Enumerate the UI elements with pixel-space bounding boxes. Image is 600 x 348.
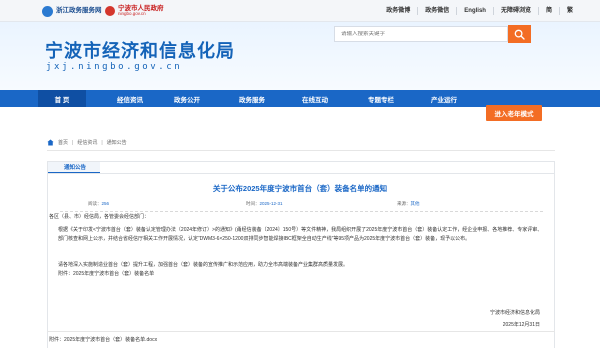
nav-topics[interactable]: 专题专栏 [357,90,405,107]
date-value: 2025-12-31 [259,201,283,206]
zjzwfw-logo-icon [42,5,53,17]
date-label: 时间： [246,201,260,206]
attachment-link[interactable]: 附件：2025年度宁波市首台（套）装备名单.docx [49,336,157,343]
link-weixin[interactable]: 政务微信 [417,7,456,15]
link-traditional[interactable]: 繁 [558,7,580,15]
article-date: 时间：2025-12-31 [246,201,283,208]
ningbo-gov-url: ningbo.gov.cn [118,11,146,16]
zjzwfw-logo[interactable]: 浙江政务服务网 [42,5,102,17]
breadcrumb-notices[interactable]: 通知公告 [107,139,127,146]
nav-industry[interactable]: 产业运行 [420,90,468,107]
nav-interaction[interactable]: 在线互动 [291,90,339,107]
meta-divider [60,211,543,212]
signature-date: 2025年12月31日 [502,322,540,328]
nav-gov-open-label: 政务公开 [174,96,200,104]
site-domain: jxj.ningbo.gov.cn [46,62,183,72]
site-title[interactable]: 宁波市经济和信息化局 [45,37,235,63]
search-input[interactable] [341,31,507,37]
article-salutation: 各区（县、市）经信局，各管委会经信部门： [49,214,150,220]
attachment-divider [47,331,555,332]
link-accessibility[interactable]: 无障碍浏览 [492,7,538,15]
signature-org: 宁波市经济和信息化局 [489,310,540,316]
home-icon [47,139,54,146]
nav-home-label: 首 页 [54,96,70,104]
section-divider [48,173,554,174]
article-views: 阅读：256 [88,201,109,208]
breadcrumb-home[interactable]: 首页 [58,139,68,146]
article-attachment-note: 附件：2025年度宁波市首台（套）装备名单 [58,271,155,277]
ningbo-gov-logo[interactable]: 宁波市人民政府 ningbo.gov.cn [105,4,164,18]
nav-topics-label: 专题专栏 [368,96,394,104]
section-tab[interactable]: 通知公告 [48,162,101,173]
nav-gov-open[interactable]: 政务公开 [163,90,211,107]
elderly-mode-button[interactable]: 进入老年模式 [486,105,542,121]
nav-gov-service-label: 政务服务 [239,96,265,104]
nav-gov-service[interactable]: 政务服务 [228,90,276,107]
breadcrumb-news[interactable]: 经信资讯 [77,139,97,146]
link-weibo[interactable]: 政务微博 [379,7,417,15]
search-button[interactable] [508,25,531,43]
article-paragraph-1: 根据《关于印发<宁波市首台（套）装备认定管理办法（2024年修订）>的通知》(甬… [58,227,543,242]
breadcrumb-separator: | [72,139,74,146]
nav-news[interactable]: 经信资讯 [106,90,154,107]
breadcrumb-divider [47,150,555,151]
link-simplified[interactable]: 简 [537,7,559,15]
ningbo-gov-emblem-icon [105,6,115,16]
breadcrumb: 首页 | 经信资讯 | 通知公告 [47,139,127,146]
article-paragraph-2: 请各地深入实施制造业首台（套）提升工程，加强首台（套）装备的宣传推广和示范应用，… [58,262,349,268]
views-label: 阅读： [88,201,102,206]
search-box [334,26,508,42]
nav-interaction-label: 在线互动 [302,96,328,104]
top-links: 政务微博 政务微信 English 无障碍浏览 简 繁 [379,0,580,22]
source-value: 其他 [410,201,420,206]
link-english[interactable]: English [456,7,493,15]
views-value: 256 [101,201,110,206]
top-bar: 浙江政务服务网 宁波市人民政府 ningbo.gov.cn 政务微博 政务微信 … [0,0,600,22]
breadcrumb-separator: | [101,139,103,146]
zjzwfw-logo-text: 浙江政务服务网 [56,6,102,14]
nav-home[interactable]: 首 页 [38,90,86,107]
article-source: 来源：其他 [397,201,420,208]
nav-industry-label: 产业运行 [431,96,457,104]
source-label: 来源： [397,201,411,206]
article-title: 关于公布2025年度宁波市首台（套）装备名单的通知 [212,184,388,193]
search-icon [514,29,525,40]
nav-news-label: 经信资讯 [117,96,143,104]
